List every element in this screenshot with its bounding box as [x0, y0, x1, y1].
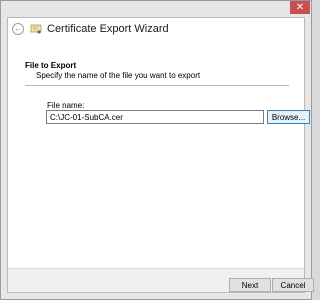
close-icon: ✕	[295, 1, 305, 13]
wizard-title: Certificate Export Wizard	[47, 23, 169, 35]
wizard-window: ✕ ← Certificate Export Wizard File to Ex…	[0, 0, 314, 300]
next-button[interactable]: Next	[229, 278, 271, 292]
wizard-content-panel: ← Certificate Export Wizard File to Expo…	[8, 18, 310, 268]
close-button[interactable]: ✕	[290, 1, 310, 14]
wizard-client-area: ← Certificate Export Wizard File to Expo…	[7, 17, 314, 293]
section-description: Specify the name of the file you want to…	[36, 71, 201, 80]
footer-separator	[8, 268, 304, 269]
certificate-icon	[30, 24, 42, 34]
file-name-input[interactable]	[46, 110, 264, 124]
back-arrow-icon: ←	[14, 24, 22, 33]
back-button[interactable]: ←	[12, 23, 24, 35]
browse-button[interactable]: Browse...	[267, 110, 310, 124]
section-title: File to Export	[25, 61, 77, 70]
cancel-button[interactable]: Cancel	[272, 278, 314, 292]
file-name-label: File name:	[47, 101, 85, 110]
header-separator	[25, 85, 289, 86]
